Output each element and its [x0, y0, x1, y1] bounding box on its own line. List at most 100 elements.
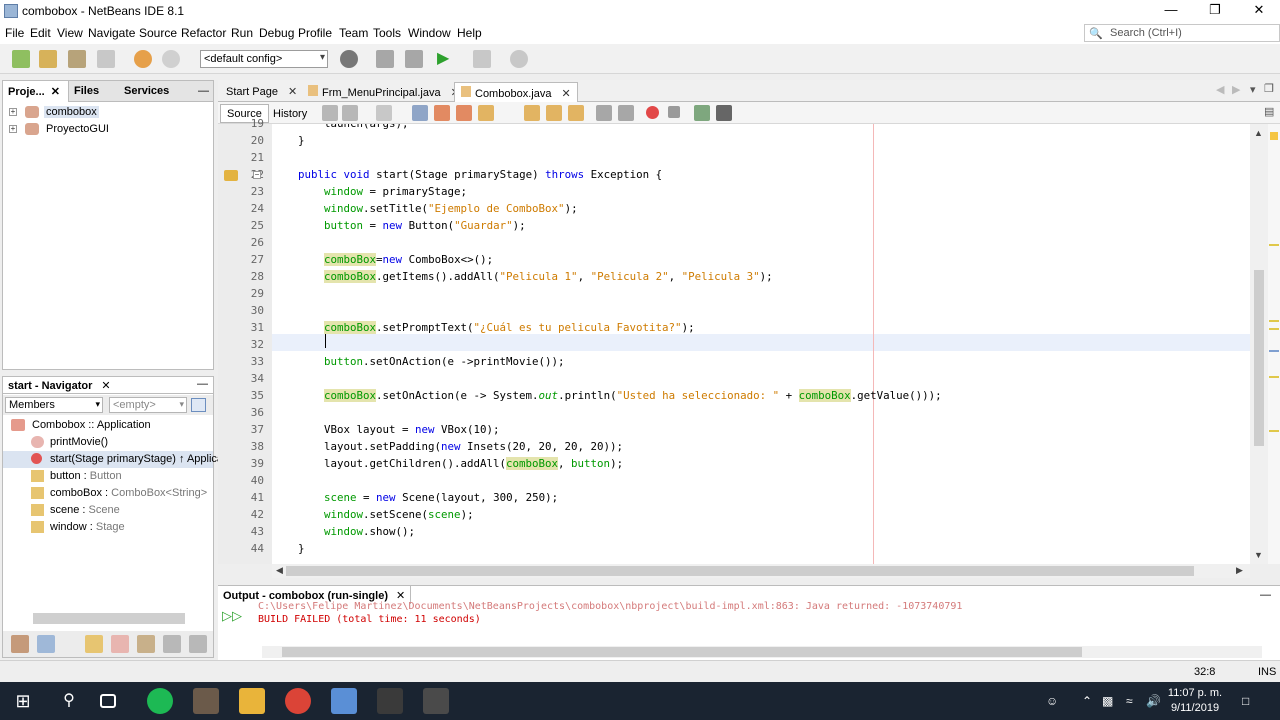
- expand-icon[interactable]: +: [9, 108, 17, 116]
- navigator-item[interactable]: button : Button: [3, 468, 213, 485]
- sort-by-name-icon[interactable]: [163, 635, 181, 653]
- editor-horizontal-scrollbar[interactable]: ◀ ▶: [272, 564, 1250, 578]
- navigator-item[interactable]: scene : Scene: [3, 502, 213, 519]
- new-project-icon[interactable]: [39, 50, 57, 68]
- warning-status-icon[interactable]: [1270, 132, 1278, 140]
- build-hammer-icon[interactable]: [376, 50, 394, 68]
- static-filter-icon[interactable]: [111, 635, 129, 653]
- split-editor-icon[interactable]: ▤: [1264, 105, 1274, 118]
- filter-options-icon[interactable]: [191, 398, 206, 412]
- maximize-button[interactable]: ❐: [1194, 0, 1236, 22]
- taskbar-clock[interactable]: 11:07 p. m. 9/11/2019: [1162, 686, 1228, 716]
- redo-icon[interactable]: [162, 50, 180, 68]
- show-opened-documents-icon[interactable]: ▾: [1250, 83, 1256, 96]
- warning-mark[interactable]: [1269, 244, 1279, 246]
- netbeans-taskbar-icon[interactable]: [331, 688, 357, 714]
- scroll-up-icon[interactable]: ▲: [1254, 128, 1263, 138]
- error-stripe[interactable]: [1268, 124, 1280, 564]
- debug-icon[interactable]: [473, 50, 491, 68]
- config-select[interactable]: <default config> ▾: [200, 50, 328, 68]
- fold-collapse-icon[interactable]: −: [253, 171, 261, 179]
- forward-icon[interactable]: [376, 105, 392, 121]
- app-icon[interactable]: [193, 688, 219, 714]
- navigator-item[interactable]: printMovie(): [3, 434, 213, 451]
- tab-start-page[interactable]: Start Page ✕: [220, 82, 303, 102]
- shift-left-icon[interactable]: [596, 105, 612, 121]
- task-view-icon[interactable]: [100, 694, 116, 708]
- windows-start-icon[interactable]: ⊞: [10, 688, 36, 714]
- toggle-highlight-icon[interactable]: [478, 105, 494, 121]
- wifi-icon[interactable]: ≈: [1126, 694, 1133, 708]
- editor-vertical-scrollbar[interactable]: ▲ ▼: [1250, 124, 1268, 564]
- scroll-tabs-right-icon[interactable]: ▶: [1232, 83, 1240, 96]
- notifications-icon[interactable]: □: [1242, 694, 1249, 708]
- menu-file[interactable]: File: [5, 26, 24, 40]
- navigator-item-selected[interactable]: start(Stage primaryStage) ↑ Applicat: [3, 451, 226, 468]
- navigator-horizontal-scrollbar[interactable]: [33, 613, 185, 624]
- java-app-icon-2[interactable]: [423, 688, 449, 714]
- minimize-panel-icon[interactable]: —: [1260, 589, 1271, 601]
- close-icon[interactable]: ✕: [51, 86, 60, 98]
- find-previous-icon[interactable]: [434, 105, 450, 121]
- tab-combobox-java[interactable]: Combobox.java ✕: [454, 82, 578, 102]
- navigator-item[interactable]: window : Stage: [3, 519, 213, 536]
- menu-team[interactable]: Team: [339, 26, 368, 40]
- override-annotation-icon[interactable]: [224, 170, 238, 181]
- save-all-icon[interactable]: [97, 50, 115, 68]
- config-globe-icon[interactable]: [340, 50, 358, 68]
- inherited-filter-icon[interactable]: [137, 635, 155, 653]
- start-macro-icon[interactable]: [646, 106, 659, 119]
- tray-chevron-icon[interactable]: ⌃: [1082, 694, 1092, 708]
- sort-icon[interactable]: [37, 635, 55, 653]
- warning-mark[interactable]: [1269, 376, 1279, 378]
- new-file-icon[interactable]: [12, 50, 30, 68]
- menu-edit[interactable]: Edit: [30, 26, 51, 40]
- search-box[interactable]: 🔍 Search (Ctrl+I): [1084, 24, 1280, 42]
- undo-icon[interactable]: [134, 50, 152, 68]
- back-icon[interactable]: [342, 105, 358, 121]
- members-select[interactable]: Members ▾: [5, 397, 103, 413]
- find-icon[interactable]: [412, 105, 428, 121]
- menu-help[interactable]: Help: [457, 26, 482, 40]
- output-scroll-thumb[interactable]: [282, 647, 1082, 657]
- project-tree-item[interactable]: + ProyectoGUI: [7, 122, 207, 138]
- open-project-icon[interactable]: [68, 50, 86, 68]
- caret-mark[interactable]: [1269, 350, 1279, 352]
- close-window-button[interactable]: ✕: [1238, 0, 1280, 22]
- warning-mark[interactable]: [1269, 430, 1279, 432]
- shift-right-icon[interactable]: [618, 105, 634, 121]
- expand-icon[interactable]: +: [9, 125, 17, 133]
- previous-bookmark-icon[interactable]: [524, 105, 540, 121]
- code-editor[interactable]: launch(args); } public void start(Stage …: [272, 124, 1250, 564]
- chrome-icon[interactable]: [285, 688, 311, 714]
- vertical-scroll-thumb[interactable]: [1254, 270, 1264, 446]
- empty-select[interactable]: <empty> ▾: [109, 397, 187, 413]
- tab-files[interactable]: Files: [69, 81, 104, 102]
- run-icon[interactable]: ▶: [437, 50, 455, 68]
- minimize-button[interactable]: —: [1150, 0, 1192, 22]
- scroll-tabs-left-icon[interactable]: ◀: [1216, 83, 1224, 96]
- warning-mark[interactable]: [1269, 320, 1279, 322]
- volume-icon[interactable]: 🔊: [1146, 694, 1161, 708]
- menu-navigate[interactable]: Navigate: [88, 26, 135, 40]
- people-icon[interactable]: ☺: [1046, 694, 1058, 708]
- scroll-down-icon[interactable]: ▼: [1254, 550, 1263, 560]
- history-view-button[interactable]: History: [266, 104, 314, 123]
- scroll-right-icon[interactable]: ▶: [1236, 565, 1243, 576]
- minimize-panel-icon[interactable]: —: [193, 81, 214, 102]
- project-tree-item[interactable]: + combobox: [7, 105, 207, 121]
- scroll-left-icon[interactable]: ◀: [276, 565, 283, 576]
- close-icon[interactable]: ✕: [288, 86, 297, 98]
- menu-profile[interactable]: Profile: [298, 26, 332, 40]
- sort-by-source-icon[interactable]: [189, 635, 207, 653]
- fields-filter-icon[interactable]: [85, 635, 103, 653]
- tab-services[interactable]: Services: [119, 81, 174, 102]
- profile-icon[interactable]: [510, 50, 528, 68]
- maximize-editor-icon[interactable]: ❐: [1264, 82, 1274, 95]
- stop-macro-icon[interactable]: [668, 106, 680, 118]
- menu-run[interactable]: Run: [231, 26, 253, 40]
- java-app-icon[interactable]: [377, 688, 403, 714]
- menu-source[interactable]: Source: [139, 26, 177, 40]
- spotify-icon[interactable]: [147, 688, 173, 714]
- hierarchy-icon[interactable]: [11, 635, 29, 653]
